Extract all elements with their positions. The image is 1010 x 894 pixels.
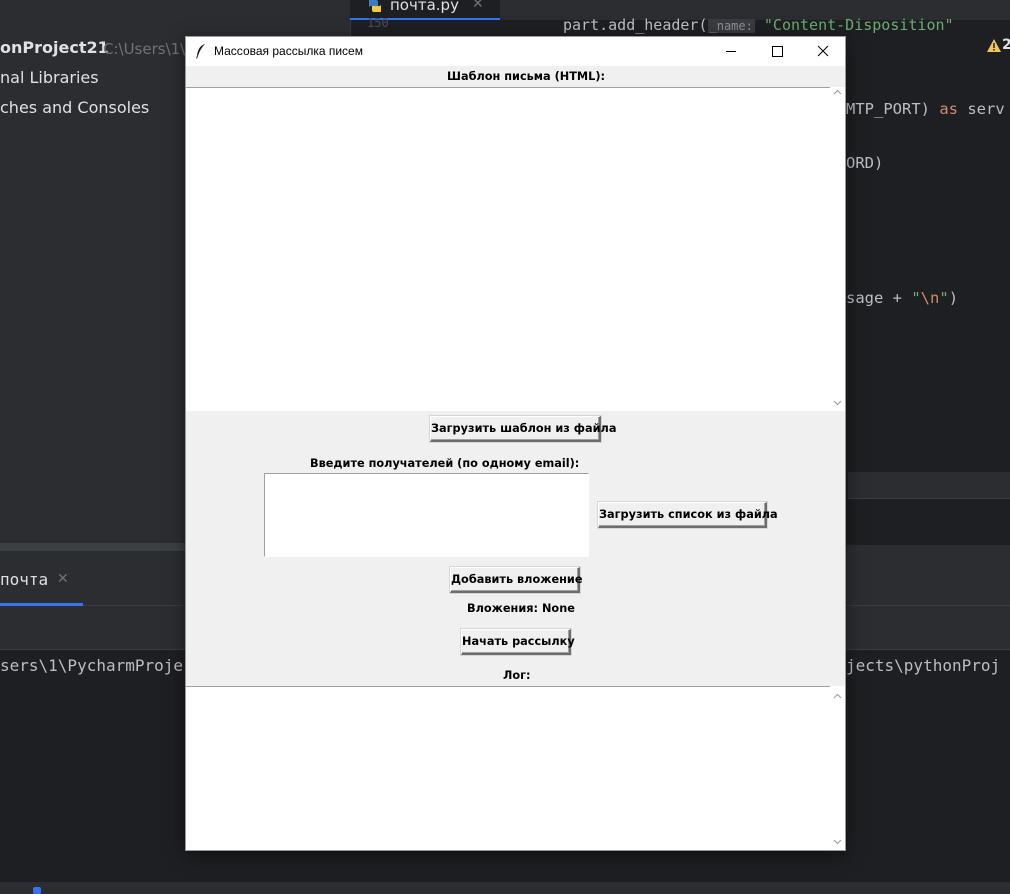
close-icon[interactable] [800, 37, 846, 66]
log-textarea[interactable] [186, 686, 831, 850]
log-label: Лог: [503, 669, 531, 682]
close-icon[interactable]: ✕ [472, 0, 484, 12]
template-scrollbar[interactable] [830, 87, 845, 411]
code-line-message: sage + "\n") [846, 289, 959, 307]
scroll-down-icon[interactable] [833, 839, 842, 845]
project-path: C:\Users\1\ [103, 40, 186, 58]
template-label: Шаблон письма (HTML): [447, 70, 606, 83]
recipients-label: Введите получателей (по одному email): [310, 457, 580, 470]
window-titlebar[interactable]: Массовая рассылка писем [186, 37, 845, 66]
line-number: 150 [367, 16, 389, 30]
ide-status-bar [0, 882, 1010, 894]
start-mailing-button[interactable]: Начать рассылку [461, 629, 575, 655]
feather-icon [196, 44, 205, 59]
console-output-left: sers\1\PycharmProje [0, 656, 184, 675]
scroll-down-icon[interactable] [833, 400, 842, 406]
editor-tab-label: почта.py [390, 0, 459, 14]
minimize-icon[interactable] [708, 37, 754, 66]
ide-editor-hscroll[interactable] [848, 472, 1010, 498]
scroll-up-icon[interactable] [833, 693, 842, 699]
python-file-icon [369, 0, 381, 12]
load-list-button[interactable]: Загрузить список из файла [598, 502, 778, 528]
status-icon [33, 887, 41, 894]
code-line-add-header: part.add_header(_name: "Content-Disposit… [563, 16, 954, 34]
close-icon[interactable]: ✕ [57, 571, 69, 587]
window-title: Массовая рассылка писем [214, 44, 363, 58]
scroll-up-icon[interactable] [833, 89, 842, 95]
maximize-icon[interactable] [754, 37, 800, 66]
warning-icon[interactable] [987, 39, 1001, 52]
tree-item-external-libraries[interactable]: nal Libraries [0, 68, 99, 87]
warning-count[interactable]: 2 [1002, 37, 1010, 53]
console-output-right: jects\pythonProj [846, 656, 1001, 675]
ide-editor-footer [848, 498, 1010, 526]
run-tab-label[interactable]: почта [0, 570, 48, 589]
mass-mail-window: Массовая рассылка писем Шаблон письма (H… [185, 36, 846, 851]
run-tab-indicator [0, 603, 83, 606]
load-template-button[interactable]: Загрузить шаблон из файла [430, 416, 616, 442]
recipients-textarea[interactable] [264, 473, 589, 557]
code-line-password: ORD) [846, 154, 884, 172]
code-line-smtp: MTP_PORT) as serv [846, 100, 1005, 118]
attachments-status: Вложения: None [467, 602, 575, 615]
add-attachment-button[interactable]: Добавить вложение [450, 567, 583, 593]
project-name[interactable]: onProject21 [0, 38, 109, 57]
template-textarea[interactable] [186, 87, 831, 411]
log-scrollbar[interactable] [830, 686, 845, 850]
tree-item-scratches[interactable]: ches and Consoles [0, 98, 149, 117]
